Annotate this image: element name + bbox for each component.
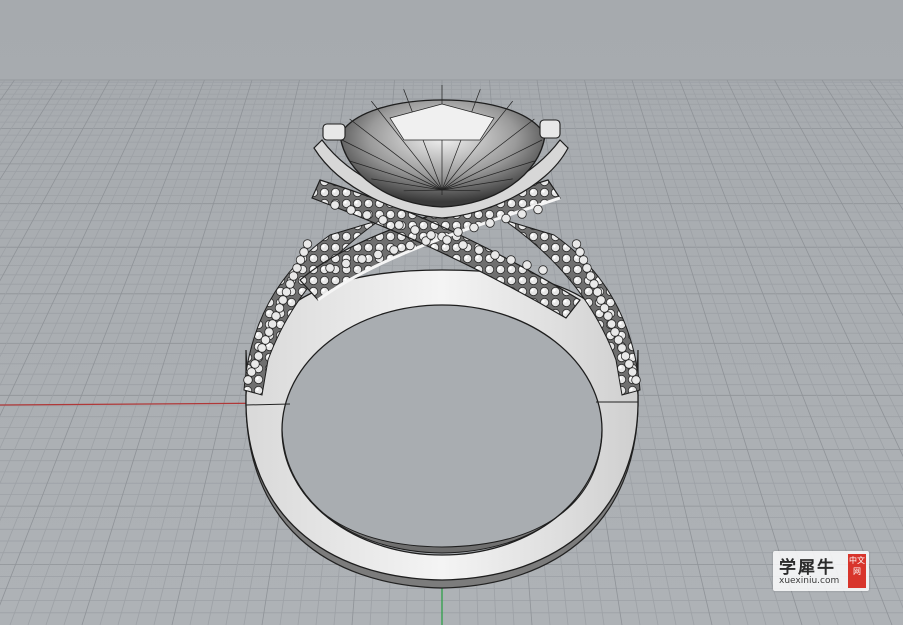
pave-stone: [246, 367, 257, 377]
pave-stone: [485, 218, 495, 228]
pave-stone: [243, 375, 253, 385]
pave-stone: [596, 295, 606, 305]
pave-stone: [589, 279, 599, 289]
pave-stone: [631, 375, 641, 385]
pave-stone: [260, 335, 271, 345]
pave-stone: [613, 335, 624, 345]
pave-stone: [585, 271, 596, 281]
pave-stone: [264, 327, 274, 337]
pave-stone: [357, 254, 367, 264]
pave-stone: [453, 227, 463, 237]
pave-stone: [288, 271, 299, 281]
prong-right: [539, 119, 561, 139]
pave-stone: [620, 351, 631, 361]
pave-stone: [295, 255, 306, 265]
pave-stone: [299, 247, 309, 257]
pave-stone: [617, 343, 627, 353]
pave-stone: [582, 263, 592, 273]
pave-stone: [389, 245, 399, 255]
viewport-canvas[interactable]: [0, 0, 903, 625]
watermark-badge: 中文网: [848, 554, 866, 588]
rhino-perspective-viewport[interactable]: 学犀牛 xuexiniu.com 中文网: [0, 0, 903, 625]
pave-stone: [362, 210, 372, 220]
pave-stone: [285, 279, 295, 289]
pave-stone: [274, 303, 285, 313]
pave-stone: [517, 209, 527, 219]
prong-left: [322, 123, 346, 141]
pave-stone: [394, 220, 404, 230]
pave-stone: [257, 343, 267, 353]
pave-stone: [281, 287, 292, 297]
pave-stone: [474, 245, 484, 255]
pave-stone: [599, 303, 610, 313]
pave-stone: [405, 240, 415, 251]
pave-stone: [373, 249, 383, 260]
pave-stone: [302, 239, 313, 249]
pave-stone: [267, 319, 278, 329]
pave-stone: [278, 295, 288, 305]
pave-stone: [624, 359, 634, 369]
pave-stone: [501, 213, 511, 224]
watermark-chinese-text: 学犀牛: [779, 558, 836, 578]
pave-stone: [253, 351, 264, 361]
pave-stone: [603, 311, 613, 321]
pave-stone: [250, 359, 260, 369]
pave-stone: [506, 255, 516, 265]
pave-stone: [538, 265, 548, 275]
pave-stone: [271, 311, 281, 321]
pave-stone: [469, 222, 479, 233]
pave-stone: [426, 230, 436, 240]
pave-stone: [410, 225, 420, 235]
pave-stone: [442, 235, 452, 245]
pave-stone: [325, 263, 335, 273]
pave-stone: [522, 260, 532, 270]
pave-stone: [571, 239, 582, 249]
pave-stone: [592, 287, 603, 297]
pave-stone: [341, 258, 351, 269]
pave-stone: [533, 204, 543, 215]
pave-stone: [292, 263, 302, 273]
pave-stone: [490, 250, 500, 260]
watermark-url: xuexiniu.com: [779, 576, 840, 586]
pave-stone: [606, 319, 617, 329]
pave-stone: [346, 205, 356, 215]
pave-stone: [330, 200, 340, 210]
pave-stone: [458, 240, 468, 250]
site-watermark: 学犀牛 xuexiniu.com 中文网: [773, 551, 869, 591]
pave-stone: [378, 215, 388, 225]
pave-stone: [610, 327, 620, 337]
pave-stone: [575, 247, 585, 257]
pave-stone: [578, 255, 589, 265]
pave-stone: [627, 367, 638, 377]
